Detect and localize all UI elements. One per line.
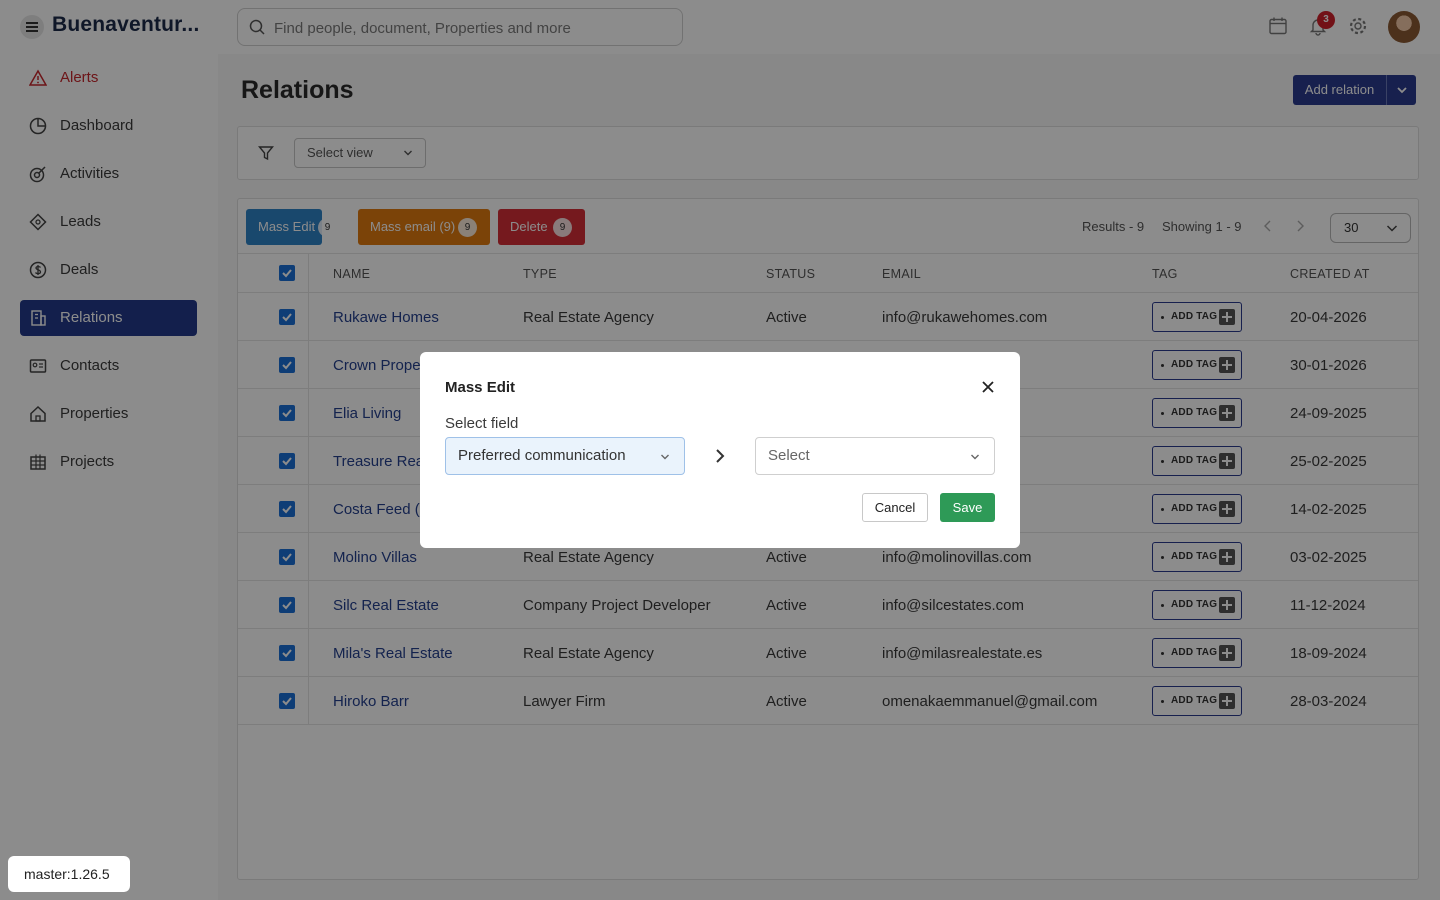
close-icon[interactable] <box>981 380 995 394</box>
chevron-down-icon <box>971 454 979 460</box>
value-select-placeholder: Select <box>768 447 810 464</box>
chevron-right-icon <box>716 449 725 463</box>
cancel-button[interactable]: Cancel <box>862 493 928 522</box>
chevron-down-icon <box>661 454 669 460</box>
field-select-value: Preferred communication <box>458 447 626 464</box>
modal-title: Mass Edit <box>445 379 516 396</box>
value-select-dropdown[interactable]: Select <box>755 437 995 475</box>
select-field-label: Select field <box>445 415 519 432</box>
mass-edit-modal: Mass Edit Select field Preferred communi… <box>420 352 1020 548</box>
save-button[interactable]: Save <box>940 493 995 522</box>
field-select-dropdown[interactable]: Preferred communication <box>445 437 685 475</box>
version-label: master:1.26.5 <box>8 856 130 892</box>
